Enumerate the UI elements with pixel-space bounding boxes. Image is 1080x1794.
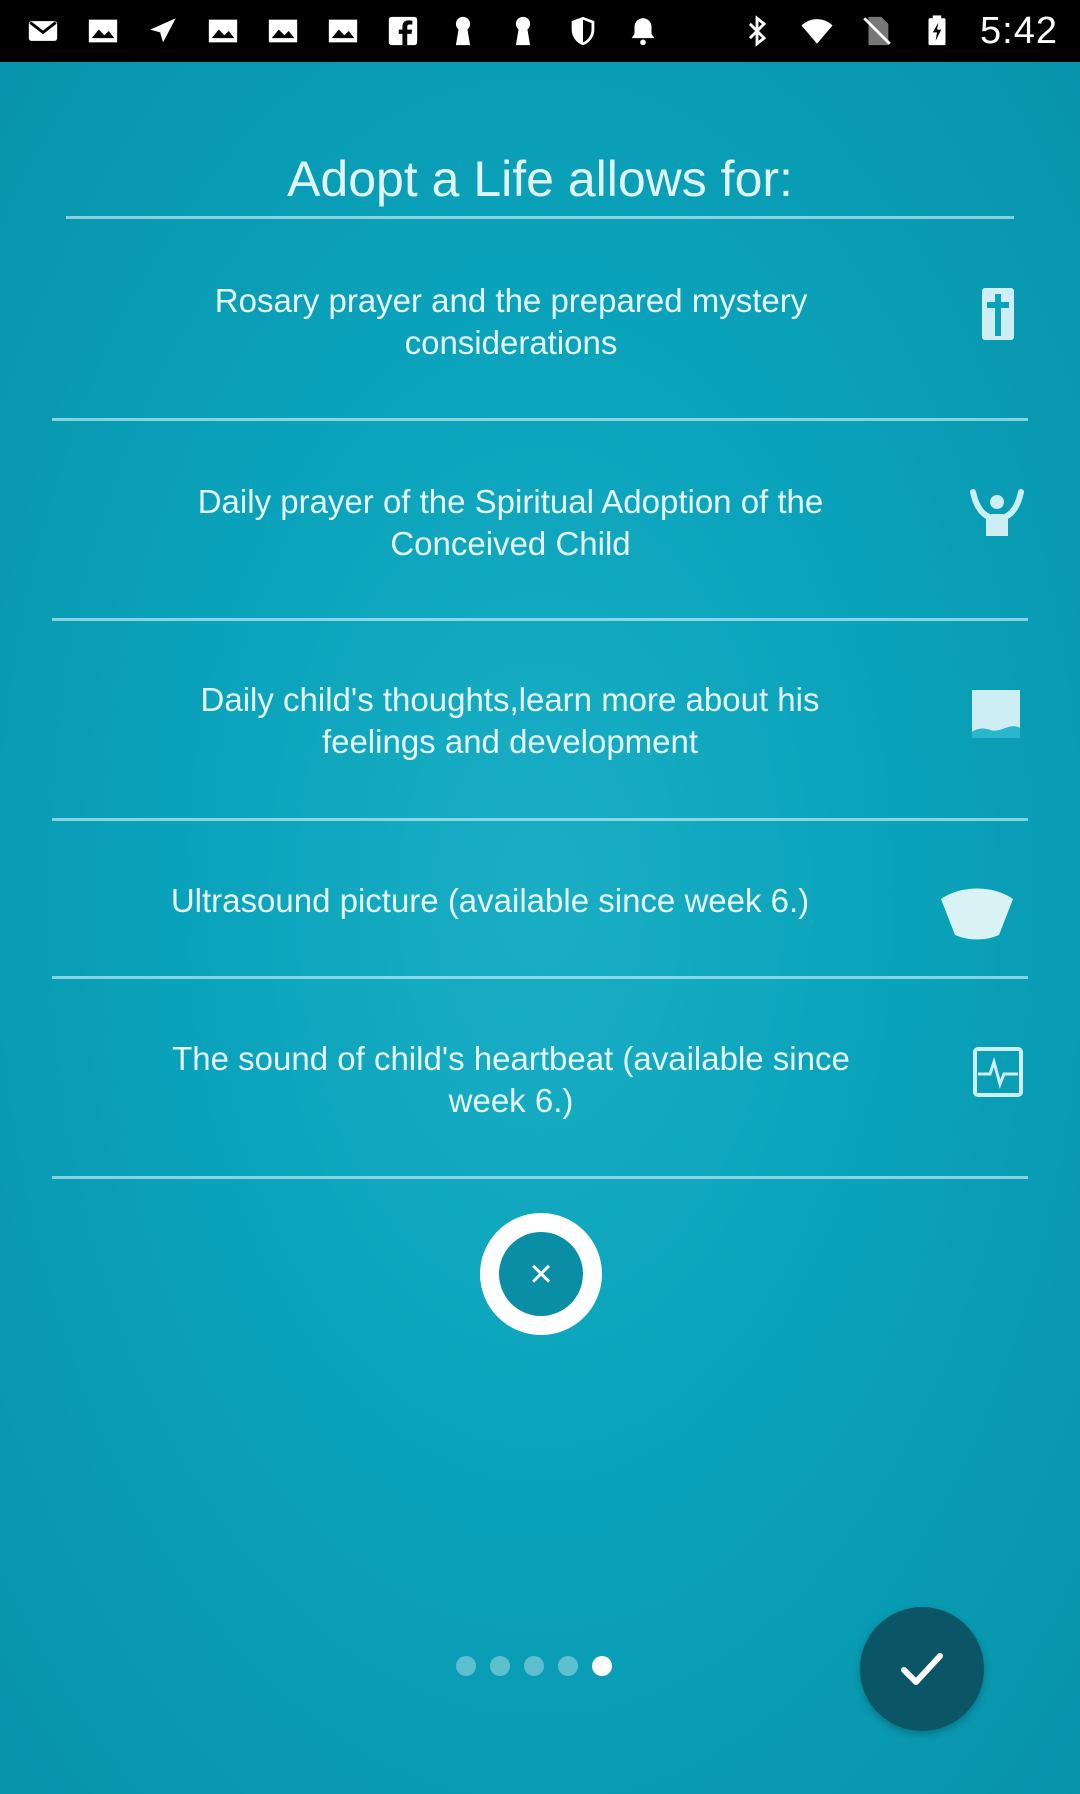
divider [52,618,1028,621]
battery-icon [920,14,954,48]
bell-icon [626,14,660,48]
feature-text-daily-prayer: Daily prayer of the Spiritual Adoption o… [197,483,824,562]
divider [52,976,1028,979]
image-icon [266,14,300,48]
page-title: Adopt a Life allows for: [287,151,793,207]
no-sim-icon [860,14,894,48]
divider [52,418,1028,421]
keyhole-icon [446,14,480,48]
cross-icon [975,282,1021,346]
close-icon: × [499,1232,583,1316]
feature-text-heartbeat: The sound of child's heartbeat (availabl… [172,1040,850,1119]
status-bar-notifications [26,14,660,48]
feature-text-child-thoughts: Daily child's thoughts,learn more about … [200,681,820,760]
praying-person-icon [966,485,1028,537]
feature-text-ultrasound: Ultrasound picture (available since week… [170,882,810,919]
ultrasound-icon [936,886,1018,942]
image-icon [326,14,360,48]
status-bar-system: 5:42 [740,10,1058,53]
mail-icon [26,14,60,48]
status-bar: 5:42 [0,0,1080,62]
clock: 5:42 [980,9,1058,52]
close-button[interactable]: × [480,1213,602,1335]
divider [52,1176,1028,1179]
shield-icon [566,14,600,48]
confirm-button[interactable] [860,1607,984,1731]
page-dot[interactable] [490,1656,510,1676]
heartbeat-icon [970,1044,1026,1100]
page-dot[interactable] [524,1656,544,1676]
page-dot[interactable] [456,1656,476,1676]
keyhole-icon [506,14,540,48]
note-icon [967,684,1025,744]
facebook-icon [386,14,420,48]
page-dot-active[interactable] [592,1656,612,1676]
page-indicator[interactable] [456,1656,612,1676]
send-icon [146,14,180,48]
feature-text-rosary: Rosary prayer and the prepared mystery c… [214,282,808,361]
wifi-icon [800,14,834,48]
image-icon [206,14,240,48]
bluetooth-icon [740,14,774,48]
divider [52,818,1028,821]
checkmark-icon [901,1653,943,1685]
photo-icon [86,14,120,48]
page-dot[interactable] [558,1656,578,1676]
divider [66,216,1014,219]
